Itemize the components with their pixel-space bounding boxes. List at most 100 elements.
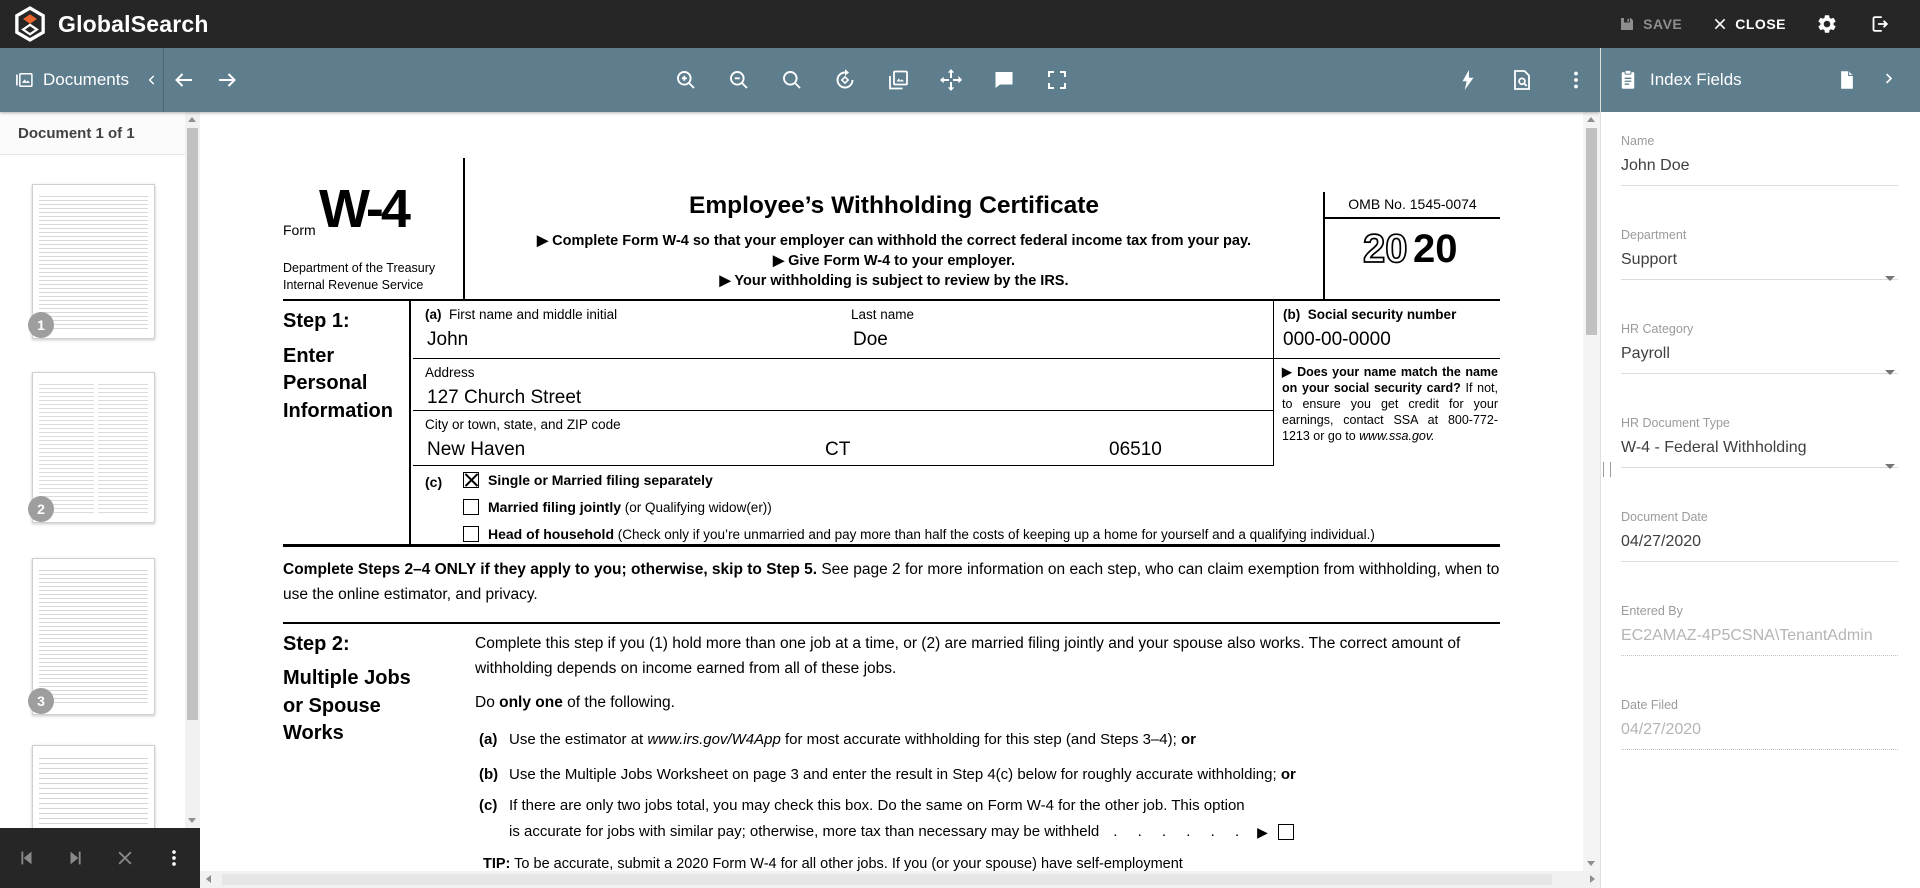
rotate-icon[interactable]	[833, 68, 857, 92]
page-thumbnail-2[interactable]: 2	[32, 372, 155, 523]
field-hr-document-type[interactable]: HR Document Type W-4 - Federal Withholdi…	[1621, 416, 1898, 510]
thumbnail-list: 1 2 3 4	[0, 155, 185, 828]
page-thumbnail-1[interactable]: 1	[32, 184, 155, 339]
scroll-down-icon[interactable]	[1587, 861, 1595, 866]
step2-item-a: (a)Use the estimator at www.irs.gov/W4Ap…	[479, 727, 1196, 753]
page-thumbnail-4[interactable]: 4	[32, 745, 155, 828]
close-icon	[1712, 16, 1728, 32]
ssn-value[interactable]: 000-00-0000	[1274, 322, 1500, 351]
document-preview-icon[interactable]	[1510, 68, 1534, 92]
field-value: 04/27/2020	[1621, 721, 1898, 750]
thumbnail-preview	[39, 754, 148, 828]
field-value[interactable]: Payroll	[1621, 345, 1898, 374]
checkbox-head-of-household[interactable]	[463, 526, 479, 542]
remove-document-icon[interactable]	[115, 848, 135, 868]
document-count-label: Document 1 of 1	[0, 112, 200, 155]
scrollbar-thumb[interactable]	[222, 874, 1552, 885]
logout-icon[interactable]	[1868, 13, 1890, 35]
checkbox-single-checked[interactable]	[463, 472, 479, 488]
form-subtitle-2: ▶ Give Form W-4 to your employer.	[465, 251, 1323, 271]
panel-resize-handle[interactable]	[1603, 462, 1611, 477]
last-name-value[interactable]: Doe	[843, 322, 1273, 351]
steps-2-4-note: Complete Steps 2–4 ONLY if they apply to…	[283, 547, 1500, 624]
checkbox-two-jobs[interactable]	[1278, 824, 1294, 840]
field-value[interactable]: W-4 - Federal Withholding	[1621, 439, 1898, 468]
step2-do-line: Do only one of the following.	[475, 694, 675, 712]
first-name-value[interactable]: John	[413, 322, 843, 351]
quick-actions-icon[interactable]	[1456, 68, 1480, 92]
panel-title: Index Fields	[1650, 70, 1742, 90]
close-button[interactable]: CLOSE	[1712, 16, 1786, 32]
state-value[interactable]: CT	[825, 439, 850, 461]
document-vertical-scrollbar[interactable]	[1583, 112, 1600, 871]
pager-more-options-icon[interactable]	[163, 847, 185, 869]
documents-label: Documents	[43, 70, 129, 90]
annotation-icon[interactable]	[992, 68, 1016, 92]
globalsearch-logo-icon	[13, 6, 47, 42]
sidebar-scrollbar[interactable]	[185, 112, 200, 828]
scroll-left-icon[interactable]	[206, 875, 211, 883]
address-value[interactable]: 127 Church Street	[413, 380, 1273, 409]
document-pager	[0, 828, 200, 888]
page-number-badge: 1	[28, 312, 54, 338]
ssn-cell: (b) Social security number 000-00-0000	[1273, 301, 1500, 359]
thumbnail-sidebar: Document 1 of 1 1 2 3 4	[0, 112, 200, 888]
field-hr-category[interactable]: HR Category Payroll	[1621, 322, 1898, 416]
step2-intro: Complete this step if you (1) hold more …	[475, 631, 1500, 681]
dropdown-caret-icon[interactable]	[1885, 464, 1895, 469]
forward-arrow-icon[interactable]	[215, 68, 239, 92]
arrow-pointer: ▶	[1257, 819, 1268, 845]
settings-gear-icon[interactable]	[1816, 13, 1838, 35]
fullscreen-icon[interactable]	[1045, 68, 1069, 92]
step1-label: Step 1:	[283, 311, 350, 331]
field-value[interactable]: 04/27/2020	[1621, 533, 1898, 562]
omb-box: OMB No. 1545-0074 20 20	[1323, 192, 1500, 301]
step1-section: Step 1: Enter Personal Information (a) F…	[283, 301, 1500, 547]
field-document-date[interactable]: Document Date 04/27/2020	[1621, 510, 1898, 604]
pan-move-icon[interactable]	[939, 68, 963, 92]
field-name[interactable]: Name John Doe	[1621, 134, 1898, 228]
index-fields-body: Name John Doe Department Support HR Cate…	[1601, 112, 1920, 888]
collapse-documents-icon[interactable]	[145, 73, 159, 87]
scrollbar-corner	[1583, 871, 1600, 888]
scroll-down-icon[interactable]	[188, 818, 196, 823]
field-label: Department	[1621, 228, 1898, 242]
dropdown-caret-icon[interactable]	[1885, 370, 1895, 375]
more-options-icon[interactable]	[1564, 68, 1588, 92]
form-subtitle-3: ▶ Your withholding is subject to review …	[465, 271, 1323, 291]
zip-value[interactable]: 06510	[1109, 439, 1162, 461]
field-department[interactable]: Department Support	[1621, 228, 1898, 322]
field-value[interactable]: John Doe	[1621, 157, 1898, 186]
scrollbar-thumb[interactable]	[187, 128, 198, 720]
form-title: Employee’s Withholding Certificate	[465, 194, 1323, 219]
documents-icon	[14, 70, 34, 90]
zoom-out-icon[interactable]	[727, 68, 751, 92]
new-page-icon[interactable]	[1838, 70, 1856, 90]
collapse-panel-icon[interactable]	[1881, 71, 1896, 86]
first-document-icon[interactable]	[15, 847, 37, 869]
save-button[interactable]: SAVE	[1618, 15, 1682, 33]
dropdown-caret-icon[interactable]	[1885, 276, 1895, 281]
field-date-filed: Date Filed 04/27/2020	[1621, 698, 1898, 792]
city-value[interactable]: New Haven	[427, 439, 525, 460]
scroll-right-icon[interactable]	[1590, 875, 1595, 883]
documents-tab[interactable]: Documents	[14, 48, 159, 112]
scroll-up-icon[interactable]	[1587, 117, 1595, 122]
search-icon[interactable]	[780, 68, 804, 92]
field-value[interactable]: Support	[1621, 251, 1898, 280]
page-number-badge: 3	[28, 688, 54, 714]
zoom-in-icon[interactable]	[674, 68, 698, 92]
checkbox-married-jointly[interactable]	[463, 499, 479, 515]
viewer-toolbar: Documents	[0, 48, 1600, 112]
page-thumbnail-3[interactable]: 3	[32, 558, 155, 715]
copies-icon[interactable]	[886, 68, 910, 92]
last-document-icon[interactable]	[65, 847, 87, 869]
form-title-block: Employee’s Withholding Certificate ▶ Com…	[465, 150, 1323, 291]
document-viewer[interactable]: Form W-4 Department of the Treasury Inte…	[200, 112, 1583, 888]
app-title: GlobalSearch	[58, 11, 209, 38]
back-arrow-icon[interactable]	[172, 68, 196, 92]
scrollbar-thumb[interactable]	[1586, 128, 1597, 335]
filing-status-row: (c) Single or Married filing separately …	[413, 466, 1500, 547]
document-horizontal-scrollbar[interactable]	[200, 871, 1583, 888]
scroll-up-icon[interactable]	[188, 117, 196, 122]
